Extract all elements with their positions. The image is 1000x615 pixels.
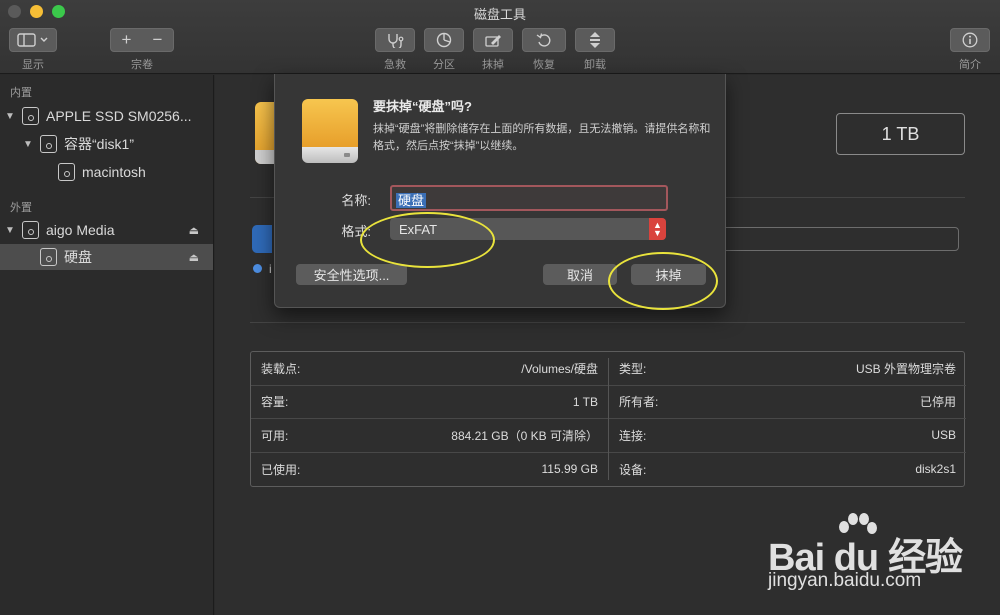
info-column-left: 装载点: /Volumes/硬盘 容量: 1 TB 可用: 884.21 GB（0 K… [251, 352, 608, 486]
first-aid-button[interactable] [375, 28, 415, 52]
security-options-button[interactable]: 安全性选项... [296, 264, 407, 285]
info-key: 已使用: [261, 462, 301, 477]
info-key: 类型: [619, 361, 647, 376]
unmount-label: 卸载 [584, 59, 606, 71]
info-row: 连接: USB [609, 419, 966, 453]
info-value: 884.21 GB（0 KB 可清除） [451, 428, 598, 443]
paw-logo-icon [839, 513, 877, 534]
external-drive-icon [302, 99, 358, 163]
divider [250, 322, 965, 323]
partition-pie-icon [436, 32, 452, 48]
info-key: 容量: [261, 395, 289, 410]
sidebar-item-label: 容器“disk1” [64, 136, 135, 152]
volume-disk-icon [40, 248, 57, 266]
sidebar-item-label: APPLE SSD SM0256... [46, 108, 192, 124]
info-value: USB 外置物理宗卷 [855, 361, 956, 376]
info-key: 设备: [619, 462, 647, 477]
info-key: 连接: [619, 428, 647, 443]
sidebar-item-harddisk[interactable]: 硬盘 ⏏ [0, 244, 213, 270]
volume-label: 宗卷 [131, 59, 153, 71]
stethoscope-icon [388, 34, 404, 48]
info-row: 类型: USB 外置物理宗卷 [609, 352, 966, 386]
restore-arrow-icon [536, 33, 551, 47]
name-input-value: 硬盘 [396, 193, 427, 208]
usage-bar-used [252, 225, 272, 253]
info-row: 已使用: 115.99 GB [251, 453, 608, 487]
info-value: 已停用 [919, 395, 956, 410]
info-row: 设备: disk2s1 [609, 453, 966, 487]
legend-dot [253, 264, 262, 273]
restore-button[interactable] [522, 28, 566, 52]
remove-volume-button[interactable]: − [142, 30, 173, 50]
info-row: 可用: 884.21 GB（0 KB 可清除） [251, 419, 608, 453]
sidebar: 内置 ▼ APPLE SSD SM0256... ▼ 容器“disk1” mac… [0, 75, 214, 615]
usage-bar-track [705, 227, 959, 251]
format-highlight-oval [360, 212, 495, 268]
baidu-watermark: Bai du 经验 jingyan.baidu.com [768, 512, 978, 592]
info-button[interactable] [950, 28, 990, 52]
internal-disk-icon [22, 107, 39, 125]
partition-button[interactable] [424, 28, 464, 52]
eject-icon[interactable]: ⏏ [189, 224, 199, 237]
disclosure-triangle-icon[interactable]: ▼ [4, 225, 16, 236]
volume-disk-icon [255, 102, 275, 164]
erase-highlight-oval [608, 252, 718, 310]
sidebar-item-apple-ssd[interactable]: ▼ APPLE SSD SM0256... [0, 103, 213, 129]
info-value: 1 TB [572, 394, 598, 409]
info-column-right: 类型: USB 外置物理宗卷 所有者: 已停用 连接: USB 设备: disk2s1 [609, 352, 966, 486]
info-value: /Volumes/硬盘 [521, 361, 598, 376]
watermark-url: jingyan.baidu.com [768, 570, 922, 591]
info-label: 简介 [959, 59, 981, 71]
window-toolbar: 磁盘工具 显示 + − 宗卷 急救 分区 抹掉 恢复 卸载 简介 [0, 0, 1000, 74]
info-value: USB [931, 428, 956, 443]
restore-label: 恢复 [533, 59, 555, 71]
info-table: 装载点: /Volumes/硬盘 容量: 1 TB 可用: 884.21 GB（0 K… [250, 351, 966, 487]
info-row: 装载点: /Volumes/硬盘 [251, 352, 608, 386]
disclosure-triangle-icon[interactable]: ▼ [22, 139, 34, 150]
info-value: disk2s1 [915, 462, 956, 477]
unmount-icon [590, 32, 600, 48]
sidebar-item-label: macintosh [82, 164, 146, 180]
view-label: 显示 [22, 59, 44, 71]
sidebar-item-container-disk1[interactable]: ▼ 容器“disk1” [0, 131, 213, 157]
info-key: 可用: [261, 428, 289, 443]
first-aid-label: 急救 [384, 59, 406, 71]
external-disk-icon [22, 221, 39, 239]
volume-disk-icon [58, 163, 75, 181]
name-input[interactable]: 硬盘 [390, 185, 668, 211]
cancel-button[interactable]: 取消 [543, 264, 617, 285]
select-arrows-icon: ▲ ▼ [649, 218, 666, 240]
partition-label: 分区 [433, 59, 455, 71]
sidebar-toggle-icon [17, 33, 48, 47]
sidebar-item-label: aigo Media [46, 222, 115, 238]
info-key: 装载点: [261, 361, 301, 376]
unmount-button[interactable] [575, 28, 615, 52]
info-row: 所有者: 已停用 [609, 386, 966, 419]
dialog-title: 要抹掉“硬盘”吗? [373, 99, 472, 114]
container-disk-icon [40, 135, 57, 153]
sidebar-item-macintosh[interactable]: macintosh [0, 159, 213, 185]
info-row: 容量: 1 TB [251, 386, 608, 419]
name-label: 名称: [341, 193, 371, 208]
eject-icon[interactable]: ⏏ [189, 251, 199, 264]
info-key: 所有者: [619, 395, 659, 410]
info-value: 115.99 GB [541, 462, 598, 477]
dialog-message: 抹掉“硬盘”将删除储存在上面的所有数据，且无法撤销。请提供名称和格式，然后点按“… [373, 123, 711, 152]
sidebar-item-aigo-media[interactable]: ▼ aigo Media ⏏ [0, 217, 213, 243]
view-button[interactable] [9, 28, 57, 52]
info-icon [962, 32, 978, 48]
window-title: 磁盘工具 [473, 7, 526, 22]
disclosure-triangle-icon[interactable]: ▼ [4, 111, 16, 122]
external-header: 外置 [10, 202, 32, 214]
erase-label: 抹掉 [482, 59, 504, 71]
add-volume-button[interactable]: + [111, 30, 142, 50]
legend-text: i [269, 262, 272, 276]
sidebar-item-label: 硬盘 [64, 249, 92, 265]
eraser-pencil-icon [485, 35, 501, 47]
capacity-display: 1 TB [836, 113, 965, 155]
volume-segment: + − [110, 28, 174, 52]
erase-button[interactable] [473, 28, 513, 52]
internal-header: 内置 [10, 87, 32, 99]
